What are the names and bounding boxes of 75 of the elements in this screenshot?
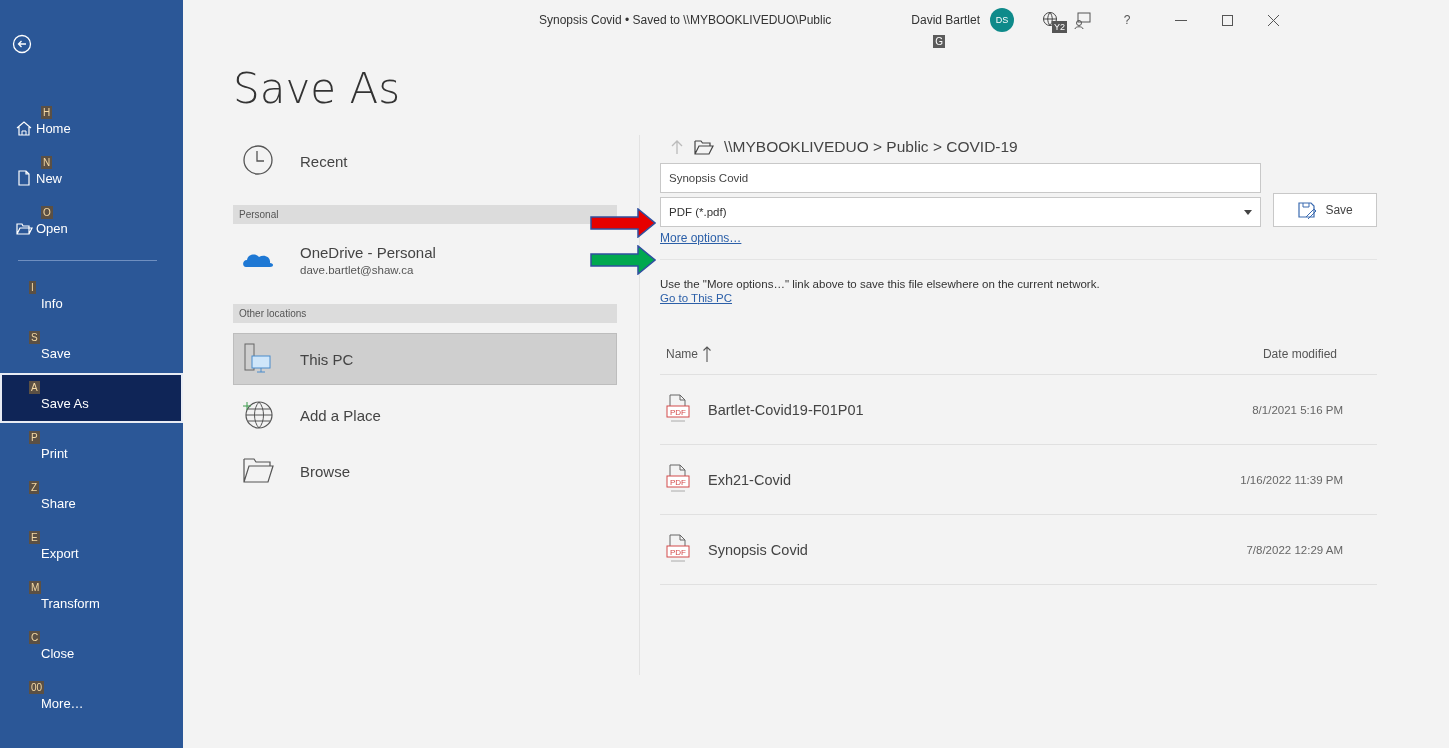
keytip-badge: E (29, 531, 40, 544)
page-heading: Save As (233, 64, 402, 113)
menu-item[interactable]: C Close (0, 623, 183, 673)
menu-item[interactable]: S Save (0, 323, 183, 373)
keytip-badge: N (41, 156, 53, 169)
menu-item[interactable]: 00 More… (0, 673, 183, 723)
menu-item[interactable]: E Export (0, 523, 183, 573)
keytip-badge: G (933, 35, 946, 48)
menu-item[interactable]: H Home (0, 98, 183, 148)
user-name: David Bartlet (911, 13, 981, 27)
file-name-field[interactable]: Synopsis Covid (660, 163, 1262, 193)
section-header: Other locations (233, 304, 617, 323)
menu-item[interactable]: N New (0, 148, 183, 198)
keytip-badge: P (29, 431, 40, 444)
more-options-link[interactable]: More options… (660, 231, 742, 245)
dropdown-caret-icon (1244, 209, 1253, 215)
folder-path: \\MYBOOKLIVEDUO > Public > COVID-19 (724, 138, 1018, 156)
info-text: Use the "More options…" link above to save this file elsewhere on the current network. (660, 278, 1101, 290)
date-modified: 8/1/2021 5:16 PM (1252, 403, 1343, 416)
location-name: OneDrive - Personal (300, 244, 436, 261)
file-name: Exh21-Covid (708, 471, 792, 488)
sort-arrow-icon (702, 345, 712, 363)
menu-item[interactable]: I Info (0, 273, 183, 323)
this-pc-link[interactable]: Go to This PC (660, 292, 732, 304)
minimize-icon (1175, 19, 1188, 21)
keytip-badge: M (29, 581, 42, 594)
back-icon[interactable] (12, 34, 32, 54)
save-icon (1297, 201, 1318, 219)
save-button[interactable]: Save (1273, 193, 1377, 227)
keytip-badge: Y2 (1052, 21, 1068, 33)
keytip-badge: O (41, 206, 53, 219)
feedback-icon[interactable] (1074, 11, 1093, 29)
location-item[interactable]: This PC (233, 333, 617, 385)
file-name: Synopsis Covid (708, 541, 809, 558)
section-header: Personal (233, 205, 617, 224)
account-email: dave.bartlet@shaw.ca (300, 264, 415, 276)
location-item[interactable]: OneDrive - Personal dave.bartlet@shaw.ca (233, 234, 449, 286)
keytip-badge: C (29, 631, 41, 644)
keytip-badge: Z (29, 481, 40, 494)
menu-item[interactable]: M Transform (0, 573, 183, 623)
file-name: Bartlet-Covid19-F01P01 (708, 401, 865, 418)
keytip-badge: A (29, 381, 40, 394)
keytip-badge: I (29, 281, 36, 294)
file-type-dropdown[interactable]: PDF (*.pdf) (660, 197, 1262, 227)
location-name: Recent (300, 152, 348, 170)
keytip-badge: 00 (29, 681, 45, 694)
globe-icon (242, 398, 276, 432)
menu-item[interactable]: P Print (0, 423, 183, 473)
annotation-arrow (590, 208, 656, 238)
column-header[interactable]: Name (666, 347, 698, 361)
location-item[interactable]: Add a Place (233, 389, 394, 441)
file-row[interactable]: PDF Bartlet-Covid19-F01P01 8/1/2021 5:16 PM (660, 375, 1377, 445)
menu-item[interactable]: Z Share (0, 473, 183, 523)
location-item[interactable]: Browse (233, 445, 364, 497)
keytip-badge: H (41, 106, 53, 119)
column-header[interactable]: Date modified (1262, 347, 1337, 361)
annotation-arrow (590, 245, 656, 275)
file-row[interactable]: PDF Exh21-Covid 1/16/2022 11:39 PM (660, 445, 1377, 515)
menu-item[interactable]: A Save As (0, 373, 183, 423)
clock-icon (242, 144, 276, 178)
location-name: This PC (300, 350, 354, 368)
help-button[interactable]: ? (1114, 13, 1141, 27)
keytip-badge: S (29, 331, 40, 344)
location-name: Add a Place (300, 406, 381, 424)
maximize-icon (1221, 14, 1233, 26)
close-icon (1267, 14, 1279, 26)
menu-item[interactable]: O Open (0, 198, 183, 248)
date-modified: 7/8/2022 12:29 AM (1246, 543, 1343, 556)
file-row[interactable]: PDF Synopsis Covid 7/8/2022 12:29 AM (660, 515, 1377, 585)
date-modified: 1/16/2022 11:39 PM (1240, 473, 1343, 486)
user-avatar[interactable]: DS (990, 8, 1015, 32)
location-name: Browse (300, 462, 351, 480)
location-item[interactable]: Recent (233, 135, 361, 187)
folder-icon (694, 139, 714, 155)
window-title: Synopsis Covid • Saved to \\MYBOOKLIVEDUO\Public (539, 13, 832, 27)
